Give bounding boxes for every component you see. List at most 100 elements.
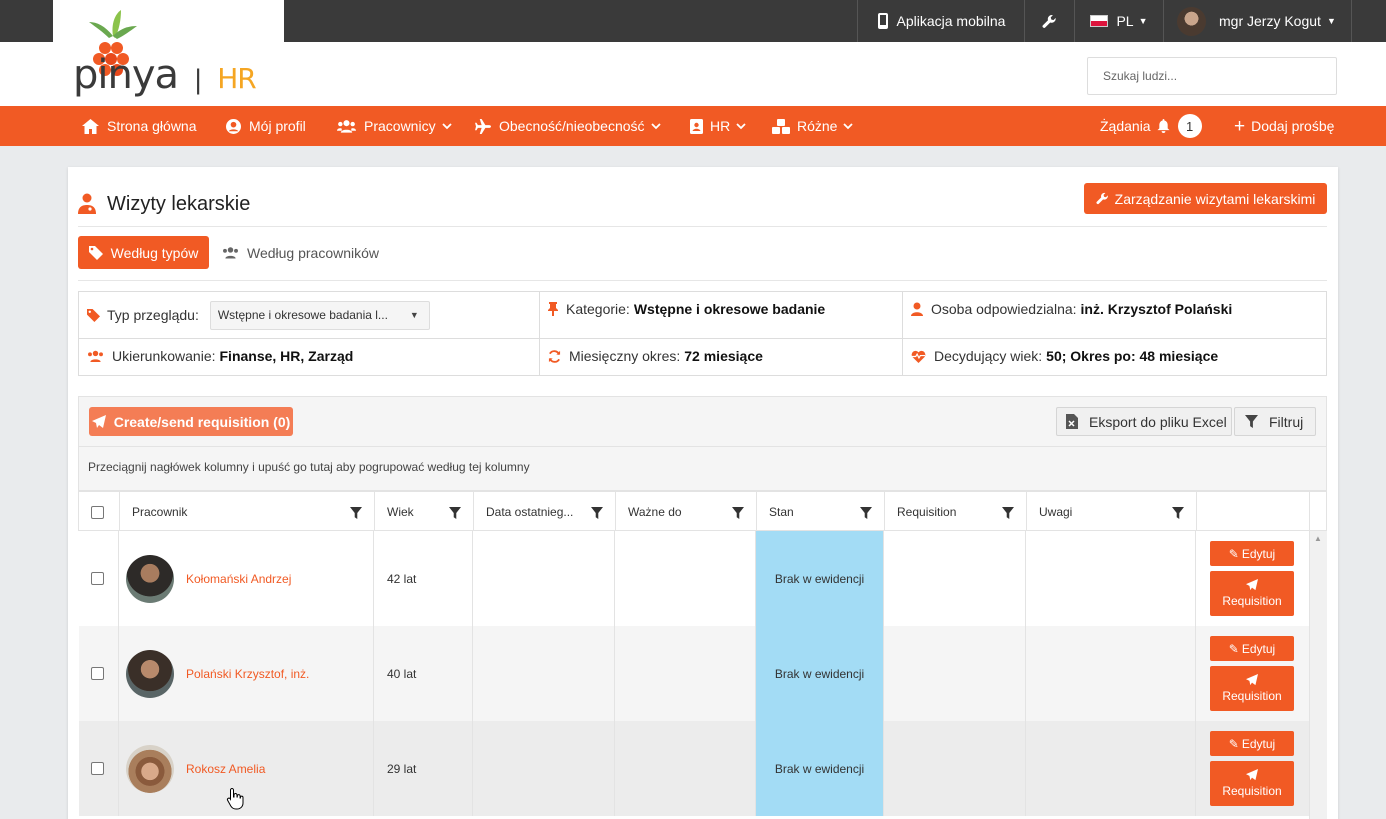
- export-excel-label: Eksport do pliku Excel: [1089, 413, 1227, 430]
- nav-employees[interactable]: Pracownicy: [337, 106, 452, 146]
- filter-icon[interactable]: [350, 507, 362, 519]
- nav-profile[interactable]: Mój profil: [226, 106, 306, 146]
- review-type-row: Typ przeglądu: Wstępne i okresowe badani…: [87, 300, 430, 330]
- poland-flag-icon: [1090, 15, 1109, 27]
- grid-header: Pracownik Wiek Data ostatnieg... Ważne d…: [78, 491, 1327, 532]
- requisition-button[interactable]: Requisition: [1210, 571, 1294, 616]
- nav-misc[interactable]: Różne: [772, 106, 854, 146]
- employee-link[interactable]: Polański Krzysztof, inż.: [186, 667, 309, 681]
- filter-icon[interactable]: [449, 507, 461, 519]
- tab-by-employee[interactable]: Według pracowników: [222, 236, 379, 269]
- row-checkbox[interactable]: [91, 667, 104, 680]
- nav-misc-label: Różne: [797, 118, 838, 134]
- nav-requests-label: Żądania: [1100, 118, 1151, 134]
- scroll-up-arrow-icon[interactable]: ▲: [1314, 534, 1322, 543]
- tools-button[interactable]: [1024, 0, 1074, 42]
- column-status[interactable]: Stan: [757, 492, 885, 532]
- table-row: Rokosz Amelia 29 lat Brak w ewidencji ✎ E…: [79, 721, 1309, 816]
- requisition-button[interactable]: Requisition: [1210, 666, 1294, 711]
- plane-icon: [475, 118, 491, 134]
- column-employee-label: Pracownik: [132, 505, 188, 519]
- responsible-value: inż. Krzysztof Polański: [1080, 301, 1233, 317]
- edit-button[interactable]: ✎ Edytuj: [1210, 731, 1294, 756]
- filter-icon[interactable]: [591, 507, 603, 519]
- filter-icon[interactable]: [1172, 507, 1184, 519]
- employee-link[interactable]: Rokosz Amelia: [186, 762, 265, 776]
- column-last-date[interactable]: Data ostatnieg...: [474, 492, 616, 532]
- column-age-label: Wiek: [387, 505, 414, 519]
- column-employee[interactable]: Pracownik: [120, 492, 375, 532]
- nav-attendance[interactable]: Obecność/nieobecność: [475, 106, 661, 146]
- age-value: 29 lat: [387, 761, 417, 776]
- notes-cell: [1026, 721, 1196, 816]
- edit-label: Edytuj: [1241, 736, 1276, 751]
- employee-link[interactable]: Kołomański Andrzej: [186, 572, 291, 586]
- nav-attendance-label: Obecność/nieobecność: [499, 118, 645, 134]
- nav-home[interactable]: Strona główna: [82, 106, 197, 146]
- language-label: PL: [1116, 13, 1134, 29]
- wrench-icon: [1096, 192, 1108, 205]
- caret-down-icon: ▼: [409, 310, 419, 320]
- row-checkbox[interactable]: [91, 572, 104, 585]
- edit-button[interactable]: ✎ Edytuj: [1210, 541, 1294, 566]
- pencil-icon: ✎: [1228, 736, 1239, 751]
- export-excel-button[interactable]: Eksport do pliku Excel: [1056, 407, 1232, 436]
- info-panel: Typ przeglądu: Wstępne i okresowe badani…: [78, 291, 1327, 376]
- info-grid-line: [79, 338, 1326, 339]
- filter-icon[interactable]: [860, 507, 872, 519]
- group-drop-zone[interactable]: Przeciągnij nagłówek kolumny i upuść go …: [78, 447, 1327, 491]
- manage-visits-button[interactable]: Zarządzanie wizytami lekarskimi: [1084, 183, 1327, 214]
- requisition-cell: [884, 531, 1026, 626]
- select-all-checkbox[interactable]: [91, 505, 104, 519]
- mobile-app-link[interactable]: Aplikacja mobilna: [857, 0, 1024, 42]
- row-checkbox[interactable]: [91, 762, 104, 775]
- column-age[interactable]: Wiek: [375, 492, 474, 532]
- edit-label: Edytuj: [1241, 641, 1276, 656]
- nav-hr[interactable]: HR: [690, 106, 746, 146]
- user-menu[interactable]: mgr Jerzy Kogut ▼: [1163, 0, 1352, 42]
- responsible-row: Osoba odpowiedzialna: inż. Krzysztof Pola…: [911, 297, 1232, 321]
- row-select-cell: [79, 626, 119, 721]
- tab-by-type-label: Według typów: [110, 244, 199, 261]
- review-type-select[interactable]: Wstępne i okresowe badania l... ▼: [209, 300, 430, 330]
- logo[interactable]: pinya | HR: [53, 0, 284, 106]
- focus-row: Ukierunkowanie: Finanse, HR, Zarząd: [87, 344, 353, 368]
- review-type-value: Wstępne i okresowe badania l...: [217, 308, 388, 322]
- column-valid-until-label: Ważne do: [628, 505, 682, 519]
- requisition-cell: [884, 721, 1026, 816]
- requisition-button[interactable]: Requisition: [1210, 761, 1294, 806]
- add-request-button[interactable]: + Dodaj prośbę: [1234, 106, 1334, 146]
- employee-cell: Polański Krzysztof, inż.: [119, 626, 374, 721]
- valid-until-cell: [615, 721, 756, 816]
- grid-scrollbar[interactable]: ▲: [1309, 531, 1327, 819]
- last-date-cell: [473, 626, 615, 721]
- nav-profile-label: Mój profil: [249, 118, 306, 134]
- edit-label: Edytuj: [1241, 546, 1276, 561]
- tab-by-type[interactable]: Według typów: [78, 236, 209, 269]
- hand-cursor-icon: [226, 787, 244, 810]
- language-dropdown[interactable]: PL ▼: [1074, 0, 1163, 42]
- requisition-label: Requisition: [1222, 689, 1282, 703]
- table-row: Kołomański Andrzej 42 lat Brak w ewidenc…: [79, 531, 1309, 626]
- column-notes[interactable]: Uwagi: [1027, 492, 1197, 532]
- filter-label: Filtruj: [1269, 413, 1304, 430]
- user-circle-icon: [226, 118, 241, 134]
- id-card-icon: [690, 118, 703, 134]
- edit-button[interactable]: ✎ Edytuj: [1210, 636, 1294, 661]
- employee-cell: Kołomański Andrzej: [119, 531, 374, 626]
- column-valid-until[interactable]: Ważne do: [616, 492, 757, 532]
- paper-plane-icon: [1246, 579, 1258, 591]
- nav-requests[interactable]: Żądania 1: [1100, 106, 1202, 146]
- create-requisition-button[interactable]: Create/send requisition (0): [89, 407, 293, 436]
- category-row: Kategorie: Wstępne i okresowe badanie: [548, 297, 825, 321]
- chevron-down-icon: [650, 123, 661, 130]
- age-cell: 42 lat: [374, 531, 473, 626]
- people-search-input[interactable]: [1087, 57, 1337, 95]
- column-requisition[interactable]: Requisition: [885, 492, 1027, 532]
- doctor-icon: [78, 193, 96, 214]
- filter-icon[interactable]: [732, 507, 744, 519]
- filter-button[interactable]: Filtruj: [1234, 407, 1316, 436]
- responsible-label: Osoba odpowiedzialna:: [931, 301, 1077, 317]
- filter-icon[interactable]: [1002, 507, 1014, 519]
- notes-cell: [1026, 531, 1196, 626]
